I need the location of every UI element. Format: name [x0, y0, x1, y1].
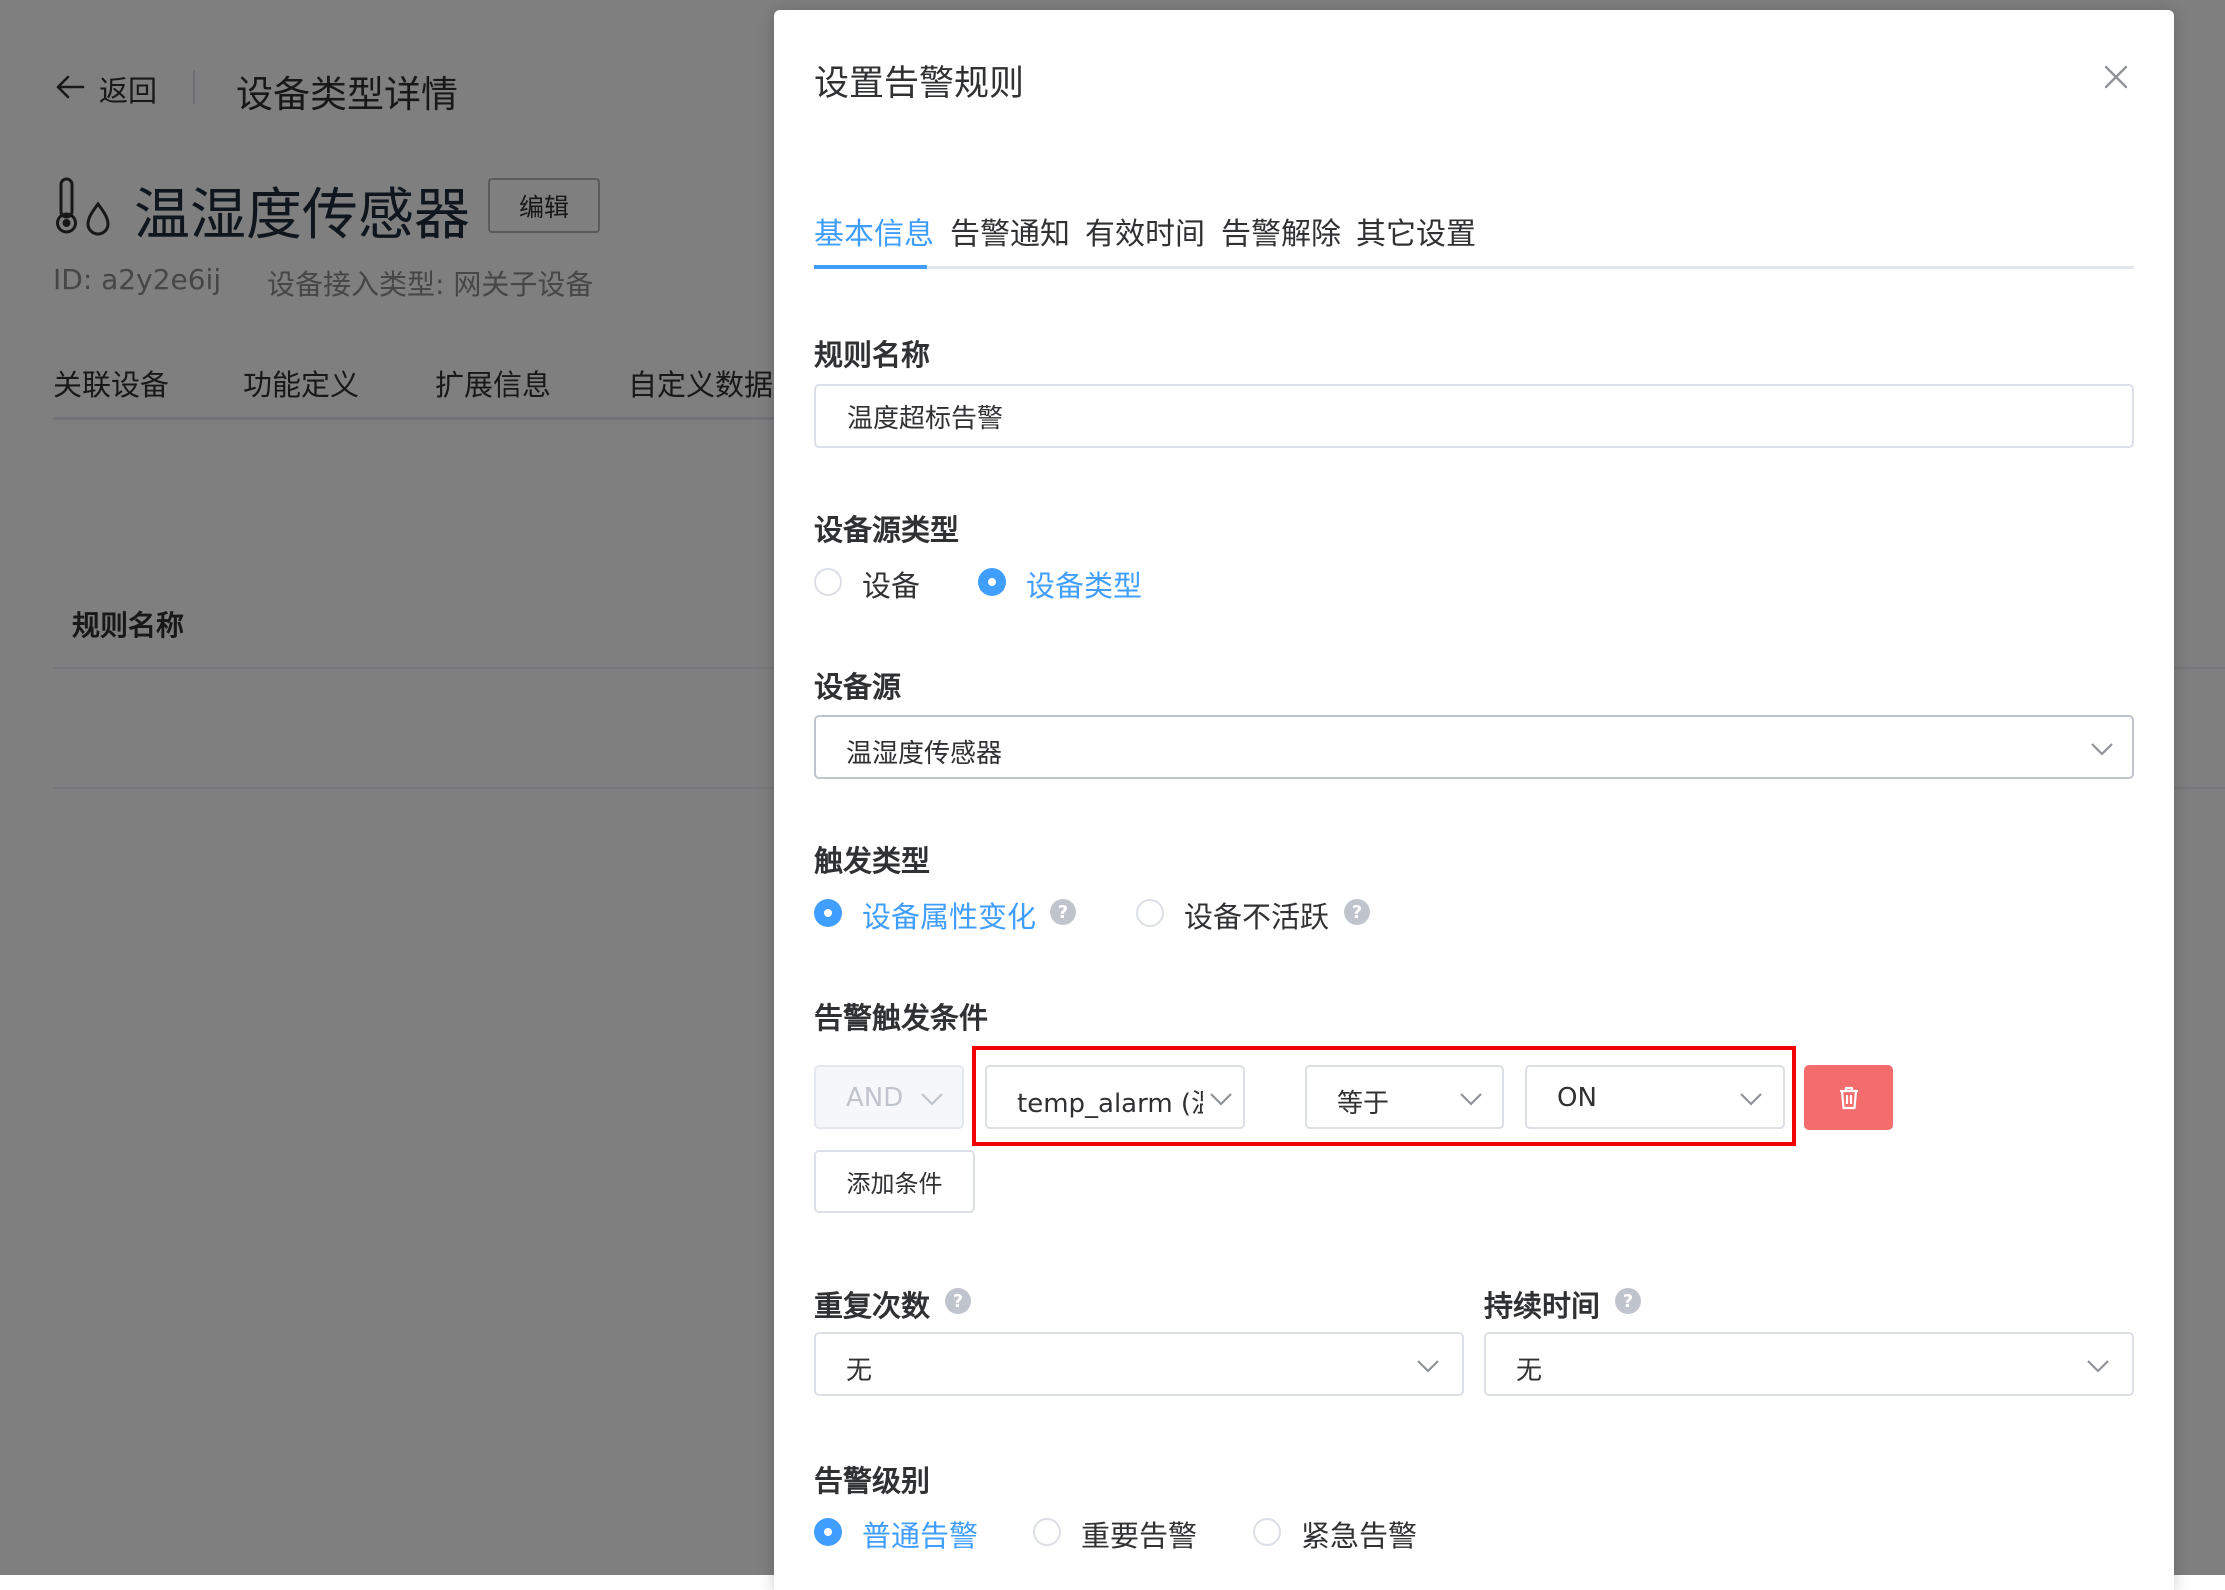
- dialog-tabs: 基本信息 告警通知 有效时间 告警解除 其它设置: [814, 195, 2134, 270]
- chevron-down-icon: [2091, 743, 2113, 756]
- active-tab-indicator: [814, 265, 927, 269]
- radio-device-label[interactable]: 设备: [862, 563, 920, 605]
- help-circle-icon[interactable]: ?: [1344, 899, 1370, 925]
- highlight-box: [972, 1046, 1796, 1146]
- help-circle-icon[interactable]: ?: [1615, 1288, 1641, 1314]
- help-circle-icon[interactable]: ?: [1050, 899, 1076, 925]
- duration-value: 无: [1516, 1356, 1543, 1386]
- tab-other-settings[interactable]: 其它设置: [1356, 209, 1476, 253]
- repeat-count-select[interactable]: 无: [814, 1332, 1464, 1396]
- rule-name-label: 规则名称: [814, 338, 931, 372]
- add-condition-button[interactable]: 添加条件: [814, 1150, 975, 1213]
- duration-label: 持续时间: [1484, 1289, 1601, 1323]
- dialog-title: 设置告警规则: [814, 64, 1025, 104]
- logic-select-value: AND: [846, 1083, 904, 1113]
- radio-device-inactive[interactable]: [1136, 899, 1164, 927]
- source-label: 设备源: [814, 670, 902, 704]
- trigger-type-label: 触发类型: [814, 844, 931, 878]
- chevron-down-icon: [1417, 1360, 1439, 1373]
- repeat-count-value: 无: [846, 1356, 873, 1386]
- tab-basic-info[interactable]: 基本信息: [814, 209, 934, 253]
- alarm-rule-dialog: 设置告警规则 基本信息 告警通知 有效时间 告警解除 其它设置 规则名称 温度超…: [774, 10, 2174, 1590]
- radio-property-change-label[interactable]: 设备属性变化: [862, 894, 1036, 936]
- close-icon[interactable]: [2096, 57, 2136, 97]
- radio-level-normal-label[interactable]: 普通告警: [862, 1513, 978, 1555]
- rule-name-input[interactable]: 温度超标告警: [814, 384, 2134, 448]
- radio-device-type-label[interactable]: 设备类型: [1026, 563, 1142, 605]
- radio-level-urgent-label[interactable]: 紧急告警: [1301, 1513, 1417, 1555]
- help-circle-icon[interactable]: ?: [945, 1288, 971, 1314]
- radio-device-inactive-label[interactable]: 设备不活跃: [1184, 894, 1329, 936]
- radio-device-type[interactable]: [978, 568, 1006, 596]
- tab-valid-time[interactable]: 有效时间: [1085, 209, 1205, 253]
- delete-condition-button[interactable]: [1804, 1065, 1893, 1130]
- radio-property-change[interactable]: [814, 899, 842, 927]
- logic-select: AND: [814, 1065, 964, 1129]
- radio-device[interactable]: [814, 568, 842, 596]
- chevron-down-icon: [2087, 1360, 2109, 1373]
- radio-level-normal[interactable]: [814, 1518, 842, 1546]
- radio-level-important[interactable]: [1033, 1518, 1061, 1546]
- source-select-value: 温湿度传感器: [846, 739, 1003, 769]
- source-type-label: 设备源类型: [814, 513, 960, 547]
- tab-alarm-notify[interactable]: 告警通知: [950, 209, 1070, 253]
- trash-icon: [1839, 1086, 1858, 1109]
- trigger-condition-label: 告警触发条件: [814, 1001, 989, 1035]
- alarm-level-label: 告警级别: [814, 1464, 931, 1498]
- tab-alarm-clear[interactable]: 告警解除: [1221, 209, 1341, 253]
- duration-select[interactable]: 无: [1484, 1332, 2134, 1396]
- repeat-count-label: 重复次数: [814, 1289, 931, 1323]
- tabs-underline: [814, 266, 2134, 269]
- radio-level-urgent[interactable]: [1253, 1518, 1281, 1546]
- chevron-down-icon: [921, 1093, 943, 1106]
- radio-level-important-label[interactable]: 重要告警: [1081, 1513, 1197, 1555]
- source-select[interactable]: 温湿度传感器: [814, 715, 2134, 779]
